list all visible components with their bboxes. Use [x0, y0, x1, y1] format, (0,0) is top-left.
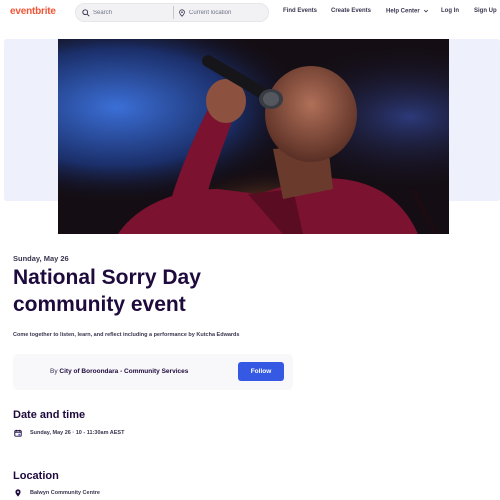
nav-sign-up[interactable]: Sign Up — [474, 8, 497, 14]
nav-log-in[interactable]: Log In — [441, 8, 459, 14]
location-row: Balwyn Community Centre — [14, 489, 100, 497]
follow-button[interactable]: Follow — [238, 362, 284, 381]
date-time-value: Sunday, May 26 · 10 - 11:30am AEST — [30, 430, 125, 436]
location-pin-icon — [15, 489, 21, 497]
search-segment — [76, 6, 174, 19]
location-value[interactable]: Balwyn Community Centre — [30, 490, 100, 496]
location-input[interactable] — [189, 9, 269, 16]
search-input[interactable] — [93, 9, 173, 16]
search-icon — [82, 8, 90, 17]
event-hero-image — [58, 39, 449, 234]
event-date-short: Sunday, May 26 — [13, 254, 69, 263]
top-header: eventbrite Find Events Create Events Hel… — [0, 0, 500, 25]
organizer-prefix: By — [50, 368, 58, 375]
date-time-row: Sunday, May 26 · 10 - 11:30am AEST — [14, 429, 124, 437]
chevron-down-icon — [424, 9, 429, 13]
search-bar — [75, 3, 269, 22]
location-segment — [174, 4, 269, 21]
nav-help-center[interactable]: Help Center — [386, 8, 429, 15]
organizer-name[interactable]: City of Boroondara - Community Services — [59, 368, 188, 375]
location-pin-icon — [179, 8, 185, 17]
nav-help-center-label: Help Center — [386, 8, 420, 15]
event-title: National Sorry Day community event — [13, 266, 201, 316]
eventbrite-logo[interactable]: eventbrite — [10, 6, 56, 17]
location-heading: Location — [13, 470, 59, 482]
nav-find-events[interactable]: Find Events — [283, 8, 317, 14]
nav-create-events[interactable]: Create Events — [331, 8, 371, 14]
singer-photo — [58, 39, 449, 234]
date-time-heading: Date and time — [13, 409, 86, 421]
event-summary: Come together to listen, learn, and refl… — [13, 332, 240, 338]
calendar-icon — [14, 429, 22, 437]
organizer-line: By City of Boroondara - Community Servic… — [50, 368, 188, 375]
